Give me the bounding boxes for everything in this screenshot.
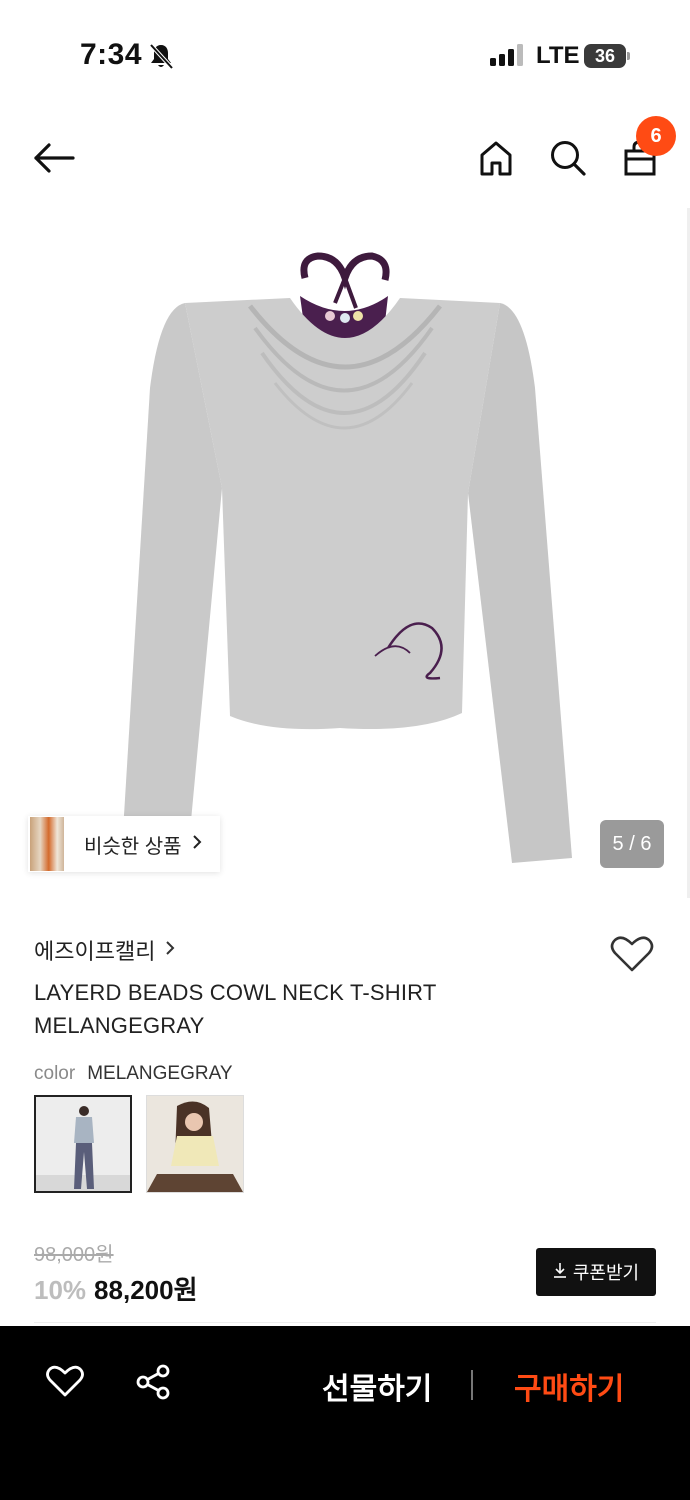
- product-image[interactable]: [0, 208, 690, 898]
- discount-rate: 10%: [34, 1275, 87, 1305]
- bottom-action-bar: 선물하기 구매하기: [0, 1326, 690, 1500]
- status-time: 7:34: [80, 38, 143, 71]
- home-icon: [480, 141, 512, 176]
- product-title: LAYERD BEADS COWL NECK T-SHIRT MELANGEGR…: [34, 980, 437, 1038]
- chevron-right-icon: [165, 939, 175, 962]
- color-option-row: color MELANGEGRAY: [34, 1063, 233, 1085]
- home-button[interactable]: [474, 136, 518, 180]
- brand-link[interactable]: 에즈이프캘리: [34, 934, 175, 966]
- swatch-image: [36, 1097, 130, 1191]
- signal-icon: [490, 44, 523, 66]
- swatch-image: [147, 1096, 243, 1192]
- sale-price: 88,200원: [94, 1275, 198, 1305]
- gift-button[interactable]: 선물하기: [322, 1364, 432, 1408]
- back-arrow-icon: [34, 143, 75, 173]
- top-nav: [0, 110, 690, 206]
- search-button[interactable]: [546, 136, 590, 180]
- selected-color: MELANGEGRAY: [87, 1063, 233, 1084]
- bell-off-icon: [149, 43, 174, 70]
- battery-level: 36: [584, 44, 626, 68]
- download-icon: [553, 1262, 567, 1283]
- status-bar: 7:34 LTE 36: [0, 0, 690, 110]
- cart-count-badge: 6: [636, 116, 676, 156]
- brand-name: 에즈이프캘리: [34, 939, 156, 964]
- similar-product-thumbnail: [30, 817, 64, 871]
- network-type: LTE: [536, 42, 580, 69]
- button-divider: [471, 1370, 473, 1400]
- chevron-right-icon: [192, 833, 202, 856]
- color-swatch-melangegray[interactable]: [34, 1095, 132, 1193]
- wishlist-button[interactable]: [610, 934, 654, 974]
- heart-icon: [610, 936, 654, 972]
- coupon-download-button[interactable]: 쿠폰받기: [536, 1248, 656, 1296]
- back-button[interactable]: [30, 138, 78, 178]
- coupon-label: 쿠폰받기: [572, 1263, 640, 1283]
- similar-products-button[interactable]: 비슷한 상품: [28, 816, 220, 872]
- buy-button[interactable]: 구매하기: [514, 1364, 624, 1408]
- price-row: 10% 88,200원: [34, 1270, 198, 1307]
- similar-products-label: 비슷한 상품: [84, 835, 182, 858]
- share-icon: [136, 1364, 170, 1400]
- product-photo: [122, 252, 572, 863]
- color-swatch-alt[interactable]: [146, 1095, 244, 1193]
- divider: [34, 1322, 656, 1323]
- share-button[interactable]: [134, 1364, 172, 1400]
- search-icon: [551, 141, 586, 176]
- image-page-indicator: 5 / 6: [600, 820, 664, 868]
- battery-icon: 36: [584, 44, 630, 68]
- like-button[interactable]: [46, 1364, 84, 1400]
- original-price: 98,000원: [34, 1244, 114, 1266]
- heart-icon: [46, 1365, 84, 1397]
- color-label: color: [34, 1063, 76, 1084]
